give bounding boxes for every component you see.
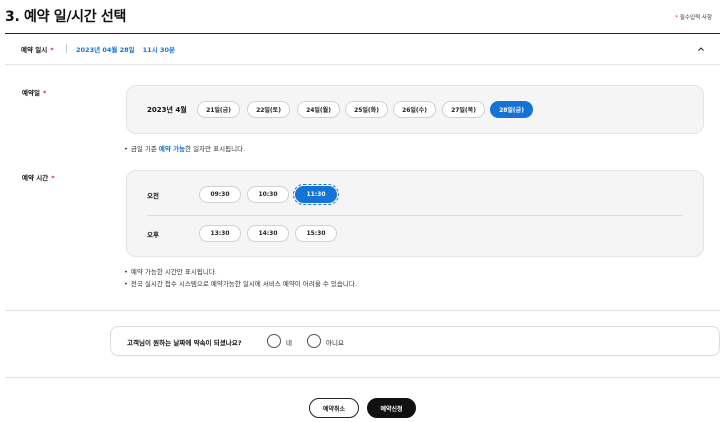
reservation-summary-bar[interactable]: 예약 일시 * 2023년 04월 28일 11시 30분 [5, 34, 720, 65]
yes-radio[interactable] [267, 334, 281, 348]
date-note-suffix: 한 일자만 표시됩니다. [185, 145, 246, 153]
time-chip[interactable]: 10:30 [247, 186, 289, 203]
time-required-star: * [51, 174, 55, 182]
date-field-label-text: 예약일 [22, 89, 40, 97]
no-radio-label[interactable]: 아니요 [326, 337, 344, 347]
time-chip-selected[interactable]: 11:30 [293, 184, 339, 205]
note-bullet: • [124, 145, 128, 153]
note-bullet: • [124, 280, 128, 288]
time-picker-panel: 오전 09:30 10:30 11:30 오후 13:30 14:30 15:3… [126, 170, 704, 257]
month-label: 2023년 4월 [147, 106, 187, 114]
appointment-confirm-box: 고객님이 원하는 날짜에 약속이 되셨나요? 네 아니요 [110, 326, 720, 356]
summary-divider [66, 44, 67, 53]
time-note-text: 전국 실시간 접수 시스템으로 예약가능한 일시에 서비스 예약이 어려울 수 … [130, 280, 357, 288]
date-chip[interactable]: 26일(수) [393, 101, 436, 118]
summary-label: 예약 일시 * [21, 44, 54, 54]
summary-time: 11시 30분 [142, 46, 175, 54]
time-chip[interactable]: 14:30 [247, 225, 289, 242]
date-chip[interactable]: 24일(월) [297, 101, 340, 118]
required-star: * [675, 15, 678, 21]
required-note-text: 필수입력 사항 [679, 15, 712, 21]
yes-radio-label[interactable]: 네 [286, 337, 292, 347]
confirm-question: 고객님이 원하는 날짜에 약속이 되셨나요? [127, 339, 242, 347]
date-required-star: * [42, 89, 47, 97]
cancel-reservation-button[interactable]: 예약취소 [309, 398, 359, 418]
date-chip[interactable]: 22일(토) [247, 101, 290, 118]
chevron-up-icon[interactable] [697, 45, 705, 53]
time-chip[interactable]: 09:30 [199, 186, 241, 203]
time-note: • 예약 가능한 시간만 표시됩니다. [124, 266, 217, 276]
section-divider [5, 377, 720, 378]
time-note-text: 예약 가능한 시간만 표시됩니다. [130, 268, 217, 276]
submit-reservation-button[interactable]: 예약신청 [367, 398, 416, 418]
time-field-label: 예약 시간 * [22, 172, 55, 182]
date-chip[interactable]: 21일(금) [197, 101, 240, 118]
summary-label-text: 예약 일시 [21, 46, 48, 54]
summary-date: 2023년 04월 28일 [76, 46, 135, 54]
date-picker-panel: 2023년 4월 21일(금) 22일(토) 24일(월) 25일(화) 26일… [126, 85, 704, 134]
date-field-label: 예약일 * [22, 87, 46, 97]
required-note: * 필수입력 사항 [675, 13, 712, 21]
no-radio[interactable] [307, 334, 321, 348]
date-note: • 금일 기준 예약 가능한 일자만 표시됩니다. [124, 143, 245, 153]
section-divider [5, 310, 720, 311]
time-chip[interactable]: 13:30 [199, 225, 241, 242]
time-field-label-text: 예약 시간 [22, 174, 49, 182]
time-chip[interactable]: 15:30 [295, 225, 337, 242]
note-bullet: • [124, 268, 128, 276]
time-note: • 전국 실시간 접수 시스템으로 예약가능한 일시에 서비스 예약이 어려울 수… [124, 278, 357, 288]
pm-label: 오후 [147, 231, 159, 239]
summary-required-star: * [50, 46, 54, 54]
date-note-prefix: 금일 기준 [130, 145, 159, 153]
period-divider [147, 215, 683, 216]
date-note-highlight: 예약 가능 [158, 145, 186, 153]
date-chip[interactable]: 25일(화) [345, 101, 388, 118]
date-chip-selected[interactable]: 28일(금) [490, 101, 533, 118]
summary-value: 2023년 04월 28일 11시 30분 [76, 44, 175, 54]
page-title: 3. 예약 일/시간 선택 [5, 9, 127, 25]
date-chip[interactable]: 27일(목) [442, 101, 485, 118]
am-label: 오전 [147, 192, 159, 200]
